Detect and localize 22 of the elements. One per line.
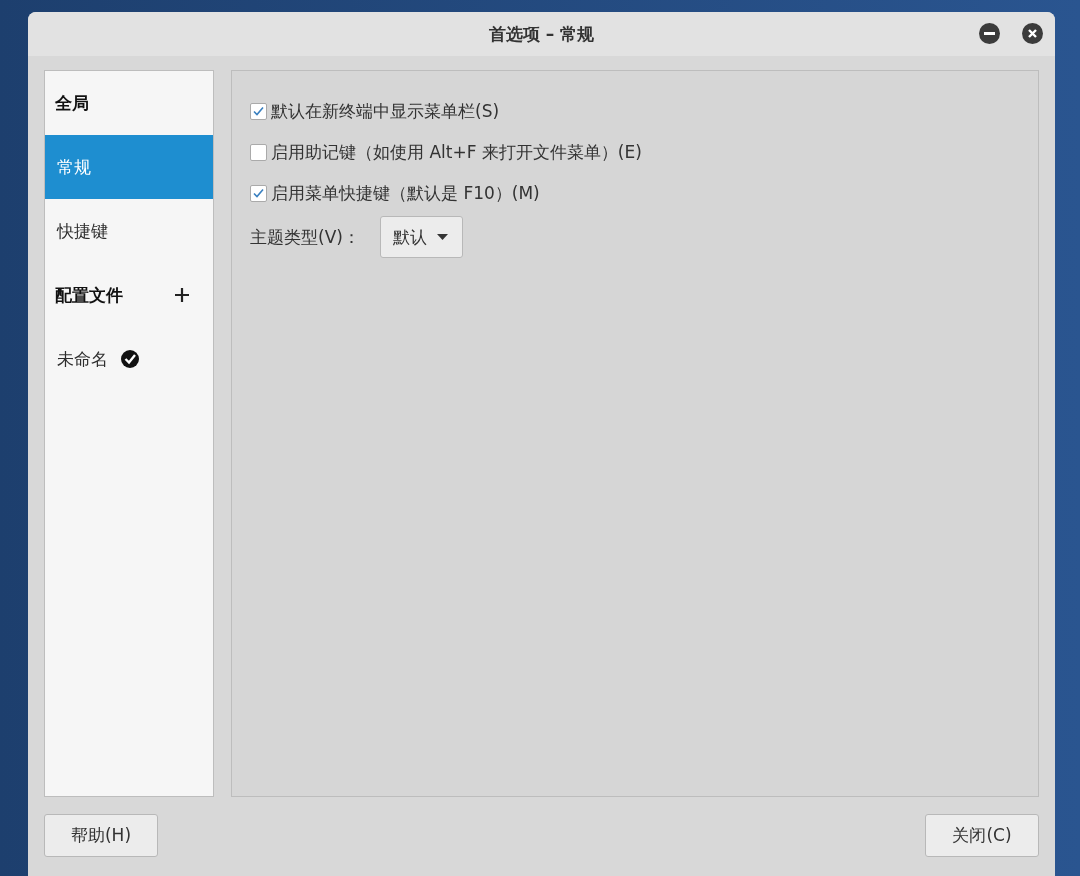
checkbox[interactable] (250, 103, 267, 120)
theme-label: 主题类型(V)： (250, 225, 360, 249)
sidebar-item[interactable]: 未命名 (45, 327, 213, 391)
checkbox[interactable] (250, 144, 267, 161)
minimize-icon[interactable] (979, 23, 1000, 44)
sidebar-heading[interactable]: 配置文件 (45, 263, 213, 327)
add-icon[interactable] (175, 288, 189, 302)
sidebar-heading[interactable]: 全局 (45, 71, 213, 135)
check-icon (252, 105, 265, 118)
sidebar-item[interactable]: 快捷键 (45, 199, 213, 263)
checkbox-label: 启用菜单快捷键（默认是 F10）(M) (271, 182, 540, 205)
checkbox-label: 启用助记键（如使用 Alt+F 来打开文件菜单）(E) (271, 141, 642, 164)
window-title: 首选项 – 常规 (488, 22, 595, 46)
check-icon (252, 187, 265, 200)
theme-dropdown[interactable]: 默认 (379, 216, 463, 258)
close-icon[interactable] (1022, 23, 1043, 44)
checkbox[interactable] (250, 185, 267, 202)
sidebar-item[interactable]: 常规 (45, 135, 213, 199)
dialog-button[interactable]: 帮助(H) (44, 814, 158, 857)
caret-icon (436, 234, 448, 240)
checkbox-label: 默认在新终端中显示菜单栏(S) (271, 100, 500, 123)
dialog-button[interactable]: 关闭(C) (925, 814, 1039, 857)
